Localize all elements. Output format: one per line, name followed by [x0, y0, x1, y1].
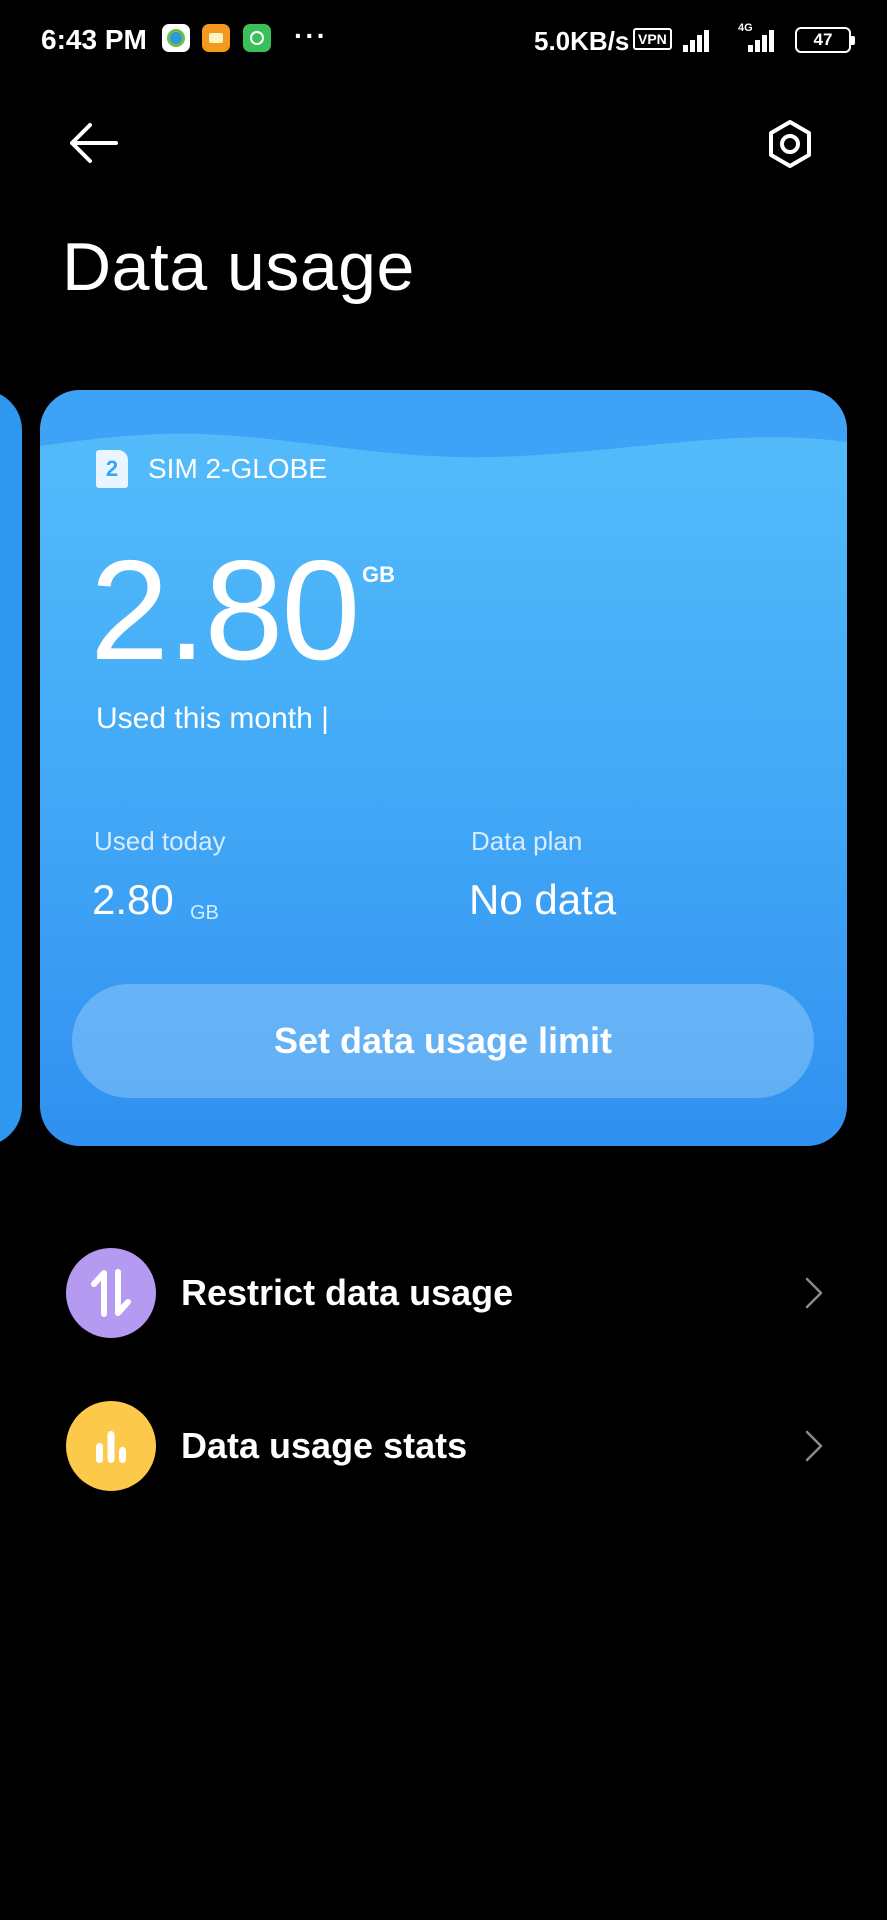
status-time: 6:43 PM [41, 24, 147, 55]
chevron-right-icon [805, 1430, 823, 1462]
sim-card[interactable]: 2 SIM 2-GLOBE 2.80 GB Used this month | … [40, 390, 847, 1146]
month-usage-value: 2.80 [90, 531, 360, 690]
data-usage-screen: 6:43 PM ··· 5.0KB/s VPN 4G 47 Data usage [0, 0, 887, 1920]
data-plan-label: Data plan [471, 826, 583, 856]
data-usage-stats-item[interactable]: Data usage stats [0, 1391, 887, 1501]
app-icon [243, 24, 271, 52]
vpn-icon: VPN [633, 28, 672, 50]
sim-name: SIM 2-GLOBE [148, 453, 327, 484]
bar-chart-icon [66, 1401, 156, 1491]
settings-button[interactable] [760, 114, 820, 174]
network-speed: 5.0KB/s [534, 26, 630, 56]
signal-icon [683, 28, 717, 52]
month-usage-label: Used this month | [96, 702, 329, 735]
sim-card-previous[interactable] [0, 390, 22, 1146]
used-today-value: 2.80 [92, 876, 174, 923]
battery-icon: 47 [795, 27, 855, 53]
chevron-right-icon [805, 1277, 823, 1309]
set-data-limit-button[interactable]: Set data usage limit [72, 984, 814, 1098]
up-down-arrows-icon [66, 1248, 156, 1338]
more-notifications-icon: ··· [294, 20, 328, 51]
page-title: Data usage [62, 229, 415, 305]
list-item-label: Data usage stats [181, 1425, 468, 1466]
list-item-label: Restrict data usage [181, 1272, 514, 1313]
used-today-unit: GB [190, 902, 219, 924]
used-today-label: Used today [94, 826, 226, 856]
status-bar: 6:43 PM ··· 5.0KB/s VPN 4G 47 [0, 0, 887, 80]
arrow-left-icon [70, 123, 118, 163]
data-plan-value: No data [469, 876, 617, 923]
restrict-data-usage-item[interactable]: Restrict data usage [0, 1238, 887, 1348]
back-button[interactable] [64, 118, 124, 168]
gear-icon [769, 120, 811, 168]
signal-icon [740, 28, 774, 52]
app-icon [202, 24, 230, 52]
month-usage-unit: GB [362, 562, 395, 587]
sim-card-icon: 2 [96, 450, 128, 488]
app-icon [162, 24, 190, 52]
